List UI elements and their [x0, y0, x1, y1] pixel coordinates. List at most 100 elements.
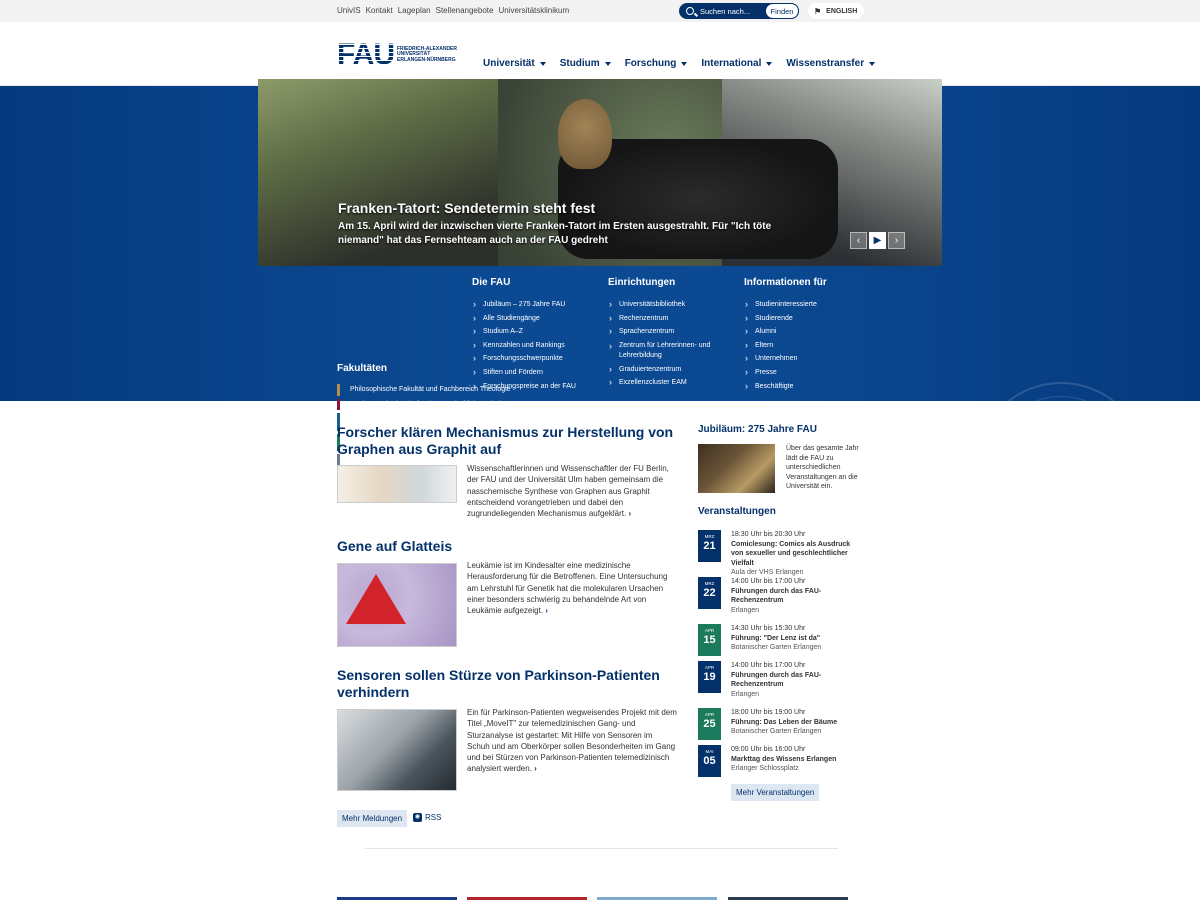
search-button[interactable]: Finden: [765, 3, 799, 19]
slide-title[interactable]: Franken-Tatort: Sendetermin steht fest: [338, 200, 595, 216]
rss-icon: ◉: [413, 813, 422, 822]
diefau-link[interactable]: Stiften und Fördern: [472, 366, 576, 380]
nav-label: Forschung: [624, 58, 677, 69]
einrichtungen-link[interactable]: Graduiertenzentrum: [608, 363, 728, 377]
nav-studium[interactable]: Studium: [560, 58, 611, 69]
diefau-link[interactable]: Forschungsschwerpunkte: [472, 352, 576, 366]
event-info: 14:00 Uhr bis 17:00 Uhr Führungen durch d…: [731, 662, 822, 698]
event-item[interactable]: APR 25 18:00 Uhr bis 19:00 Uhr Führung: Da…: [698, 708, 863, 740]
einrichtungen-heading: Einrichtungen: [608, 277, 676, 288]
logo-line-3: ERLANGEN-NÜRNBERG: [397, 56, 456, 63]
main-nav: Universität Studium Forschung Internatio…: [483, 58, 876, 69]
article-image[interactable]: [337, 563, 457, 647]
content-divider: [365, 848, 838, 849]
news-article: Gene auf Glatteis Leukämie ist im Kindes…: [337, 538, 677, 647]
article-title[interactable]: Gene auf Glatteis: [337, 538, 677, 555]
link-universitaetsklinikum[interactable]: Universitätsklinikum: [498, 6, 569, 15]
top-bar: UnivIS Kontakt Lageplan Stellenangebote …: [0, 0, 1200, 22]
event-date: APR 19: [698, 661, 721, 693]
search-icon: [686, 7, 694, 15]
event-item[interactable]: APR 19 14:00 Uhr bis 17:00 Uhr Führungen d…: [698, 661, 863, 698]
event-item[interactable]: APR 15 14:30 Uhr bis 15:30 Uhr Führung: "D…: [698, 624, 863, 656]
nav-label: Wissenstransfer: [786, 58, 865, 69]
caret-down-icon: [681, 61, 688, 66]
caret-down-icon: [604, 61, 611, 66]
einrichtungen-link[interactable]: Sprachenzentrum: [608, 325, 728, 339]
chevron-right-icon[interactable]: ›: [545, 606, 548, 615]
diefau-link[interactable]: Alle Studiengänge: [472, 312, 576, 326]
article-text: Wissenschaftlerinnen und Wissenschaftler…: [467, 464, 669, 519]
chevron-right-icon[interactable]: ›: [534, 764, 537, 773]
diefau-nav: Die FAU Jubiläum – 275 Jahre FAU Alle St…: [472, 277, 576, 393]
search-box: Finden: [679, 3, 799, 19]
infofuer-link[interactable]: Eltern: [744, 339, 827, 353]
event-item[interactable]: MAI 05 09:00 Uhr bis 16:00 Uhr Markttag de…: [698, 745, 863, 777]
news-article: Forscher klären Mechanismus zur Herstell…: [337, 424, 677, 518]
event-item[interactable]: MRZ 21 18:30 Uhr bis 20:30 Uhr Comiclesung…: [698, 530, 863, 576]
diefau-link[interactable]: Studium A–Z: [472, 325, 576, 339]
event-date: MRZ 21: [698, 530, 721, 562]
infofuer-link[interactable]: Presse: [744, 366, 827, 380]
article-text: Ein für Parkinson-Patienten wegweisendes…: [467, 708, 677, 774]
nav-wissenstransfer[interactable]: Wissenstransfer: [786, 58, 876, 69]
slider-play-icon[interactable]: ▶: [869, 232, 886, 249]
event-date: MRZ 22: [698, 577, 721, 609]
jubilaeum-image[interactable]: [698, 444, 775, 493]
caret-down-icon: [539, 61, 546, 66]
diefau-link[interactable]: Jubiläum – 275 Jahre FAU: [472, 298, 576, 312]
nav-international[interactable]: International: [701, 58, 773, 69]
rss-label: RSS: [425, 813, 442, 822]
nav-label: Universität: [483, 58, 535, 69]
infofuer-link[interactable]: Studierende: [744, 312, 827, 326]
infofuer-nav: Informationen für Studieninteressierte S…: [744, 277, 827, 393]
jubilaeum-text: Über das gesamte Jahr lädt die FAU zu un…: [786, 445, 859, 490]
einrichtungen-link[interactable]: Universitätsbibliothek: [608, 298, 728, 312]
link-univis[interactable]: UnivIS: [337, 6, 361, 15]
nav-label: International: [701, 58, 762, 69]
article-image[interactable]: [337, 465, 457, 503]
more-events-button[interactable]: Mehr Veranstaltungen: [731, 784, 820, 801]
slide-photo-owl: [558, 99, 612, 169]
einrichtungen-link[interactable]: Exzellenzcluster EAM: [608, 376, 728, 390]
header: FAU FRIEDRICH-ALEXANDER UNIVERSITÄT ERLA…: [0, 22, 1200, 86]
caret-down-icon: [766, 61, 773, 66]
faculty-rechts-wirtschaft[interactable]: Rechts- und Wirtschaftswissen-schaftlich…: [337, 398, 511, 410]
nav-forschung[interactable]: Forschung: [625, 58, 688, 69]
event-date: MAI 05: [698, 745, 721, 777]
einrichtungen-link[interactable]: Rechenzentrum: [608, 312, 728, 326]
einrichtungen-nav: Einrichtungen Universitätsbibliothek Rec…: [608, 277, 728, 390]
events-heading: Veranstaltungen: [698, 506, 776, 517]
chevron-right-icon[interactable]: ›: [628, 509, 631, 518]
article-title[interactable]: Forscher klären Mechanismus zur Herstell…: [337, 424, 677, 458]
article-title[interactable]: Sensoren sollen Stürze von Parkinson-Pat…: [337, 667, 677, 701]
jubilaeum-heading[interactable]: Jubiläum: 275 Jahre FAU: [698, 424, 817, 435]
event-date: APR 15: [698, 624, 721, 656]
slide-text: Am 15. April wird der inzwischen vierte …: [338, 221, 772, 246]
article-image[interactable]: [337, 709, 457, 791]
infofuer-link[interactable]: Alumni: [744, 325, 827, 339]
diefau-link[interactable]: Kennzahlen und Rankings: [472, 339, 576, 353]
fau-logo[interactable]: FAU FRIEDRICH-ALEXANDER UNIVERSITÄT ERLA…: [337, 40, 457, 70]
event-info: 14:00 Uhr bis 17:00 Uhr Führungen durch d…: [731, 578, 822, 614]
rss-link[interactable]: ◉ RSS: [413, 813, 441, 822]
search-input[interactable]: [700, 6, 768, 16]
diefau-link[interactable]: Forschungspreise an der FAU: [472, 380, 576, 394]
hero-slider[interactable]: Franken-Tatort: Sendetermin steht fest A…: [258, 79, 942, 266]
slider-next-icon[interactable]: ›: [888, 232, 905, 249]
link-kontakt[interactable]: Kontakt: [366, 6, 393, 15]
nav-universitaet[interactable]: Universität: [483, 58, 546, 69]
university-seal-watermark: [975, 382, 1147, 554]
language-switch[interactable]: ⚑ ENGLISH: [808, 3, 864, 19]
infofuer-link[interactable]: Beschäftigte: [744, 380, 827, 394]
language-flag-icon: ⚑: [814, 6, 822, 16]
infofuer-link[interactable]: Unternehmen: [744, 352, 827, 366]
service-links: UnivIS Kontakt Lageplan Stellenangebote …: [337, 6, 569, 15]
event-item[interactable]: MRZ 22 14:00 Uhr bis 17:00 Uhr Führungen d…: [698, 577, 863, 614]
einrichtungen-link[interactable]: Zentrum für Lehrerinnen- und Lehrerbildu…: [608, 341, 728, 361]
link-lageplan[interactable]: Lageplan: [398, 6, 431, 15]
more-news-button[interactable]: Mehr Meldungen: [337, 810, 408, 827]
slider-prev-icon[interactable]: ‹: [850, 232, 867, 249]
event-info: 14:30 Uhr bis 15:30 Uhr Führung: "Der Len…: [731, 625, 822, 651]
infofuer-link[interactable]: Studieninteressierte: [744, 298, 827, 312]
link-stellenangebote[interactable]: Stellenangebote: [436, 6, 494, 15]
